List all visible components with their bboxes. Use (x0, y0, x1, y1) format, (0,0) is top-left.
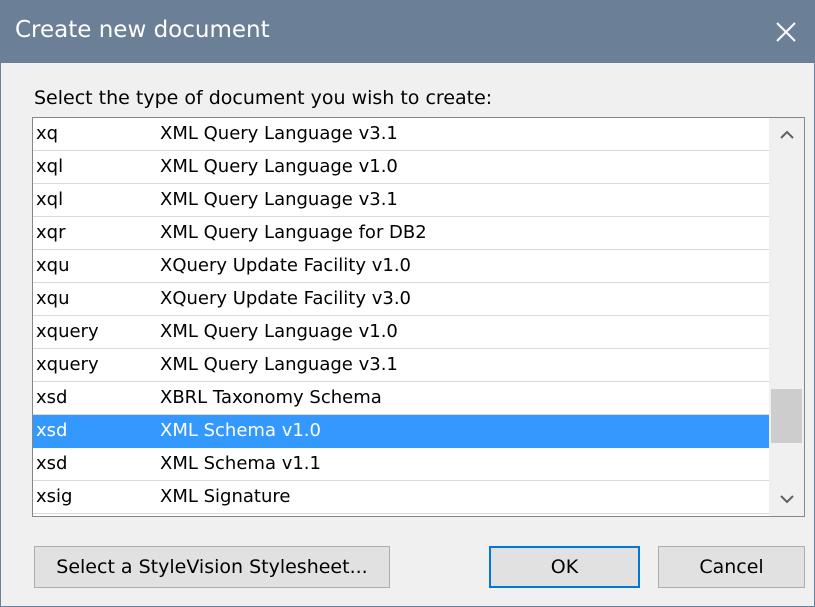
create-document-dialog: Create new document Select the type of d… (0, 0, 815, 607)
extension-cell: xsd (36, 420, 68, 441)
list-item[interactable]: xqr XML Query Language for DB2 (33, 217, 769, 250)
cancel-button[interactable]: Cancel (658, 546, 805, 588)
extension-cell: xql (36, 156, 64, 177)
description-cell: XML Query Language v3.1 (160, 123, 398, 144)
list-item[interactable]: xsd XML Schema v1.1 (33, 448, 769, 481)
instruction-label: Select the type of document you wish to … (34, 87, 493, 109)
close-icon (776, 22, 796, 42)
list-item[interactable]: xqu XQuery Update Facility v1.0 (33, 250, 769, 283)
vertical-scrollbar[interactable] (769, 118, 804, 516)
scroll-up-button[interactable] (769, 118, 804, 152)
extension-cell: xql (36, 189, 64, 210)
description-cell: XQuery Update Facility v3.0 (160, 288, 412, 309)
chevron-down-icon (779, 495, 794, 504)
extension-cell: xsig (36, 486, 73, 507)
description-cell: XML Query Language v3.1 (160, 189, 398, 210)
list-item[interactable]: xsd XML Schema v1.0 (33, 415, 769, 448)
extension-cell: xquery (36, 321, 99, 342)
list-item[interactable]: xq XML Query Language v3.1 (33, 118, 769, 151)
description-cell: XML Query Language v3.1 (160, 354, 398, 375)
description-cell: XQuery Update Facility v1.0 (160, 255, 412, 276)
extension-cell: xqu (36, 255, 70, 276)
extension-cell: xqu (36, 288, 70, 309)
extension-cell: xq (36, 123, 59, 144)
extension-cell: xsd (36, 453, 68, 474)
list-item[interactable]: xquery XML Query Language v1.0 (33, 316, 769, 349)
list-item[interactable]: xqu XQuery Update Facility v3.0 (33, 283, 769, 316)
description-cell: XML Query Language v1.0 (160, 156, 398, 177)
dialog-title: Create new document (15, 17, 270, 43)
title-bar: Create new document (1, 1, 814, 63)
scroll-thumb[interactable] (771, 389, 802, 443)
list-item[interactable]: xql XML Query Language v1.0 (33, 151, 769, 184)
list-item[interactable]: xsd XBRL Taxonomy Schema (33, 382, 769, 415)
description-cell: XML Query Language v1.0 (160, 321, 398, 342)
description-cell: XBRL Taxonomy Schema (160, 387, 382, 408)
list-item[interactable]: xql XML Query Language v3.1 (33, 184, 769, 217)
description-cell: XML Signature (160, 486, 291, 507)
chevron-up-icon (779, 130, 794, 139)
extension-cell: xquery (36, 354, 99, 375)
extension-cell: xsd (36, 387, 68, 408)
select-stylevision-stylesheet-button[interactable]: Select a StyleVision Stylesheet... (34, 546, 390, 588)
close-button[interactable] (758, 1, 814, 63)
extension-cell: xqr (36, 222, 66, 243)
list-rows: xq XML Query Language v3.1 xql XML Query La… (33, 118, 769, 514)
scroll-down-button[interactable] (769, 482, 804, 516)
list-item[interactable]: xquery XML Query Language v3.1 (33, 349, 769, 382)
list-item[interactable]: xsig XML Signature (33, 481, 769, 514)
document-type-list[interactable]: xq XML Query Language v3.1 xql XML Query La… (32, 117, 805, 517)
description-cell: XML Schema v1.0 (160, 420, 321, 441)
description-cell: XML Query Language for DB2 (160, 222, 427, 243)
description-cell: XML Schema v1.1 (160, 453, 321, 474)
ok-button[interactable]: OK (489, 546, 640, 588)
